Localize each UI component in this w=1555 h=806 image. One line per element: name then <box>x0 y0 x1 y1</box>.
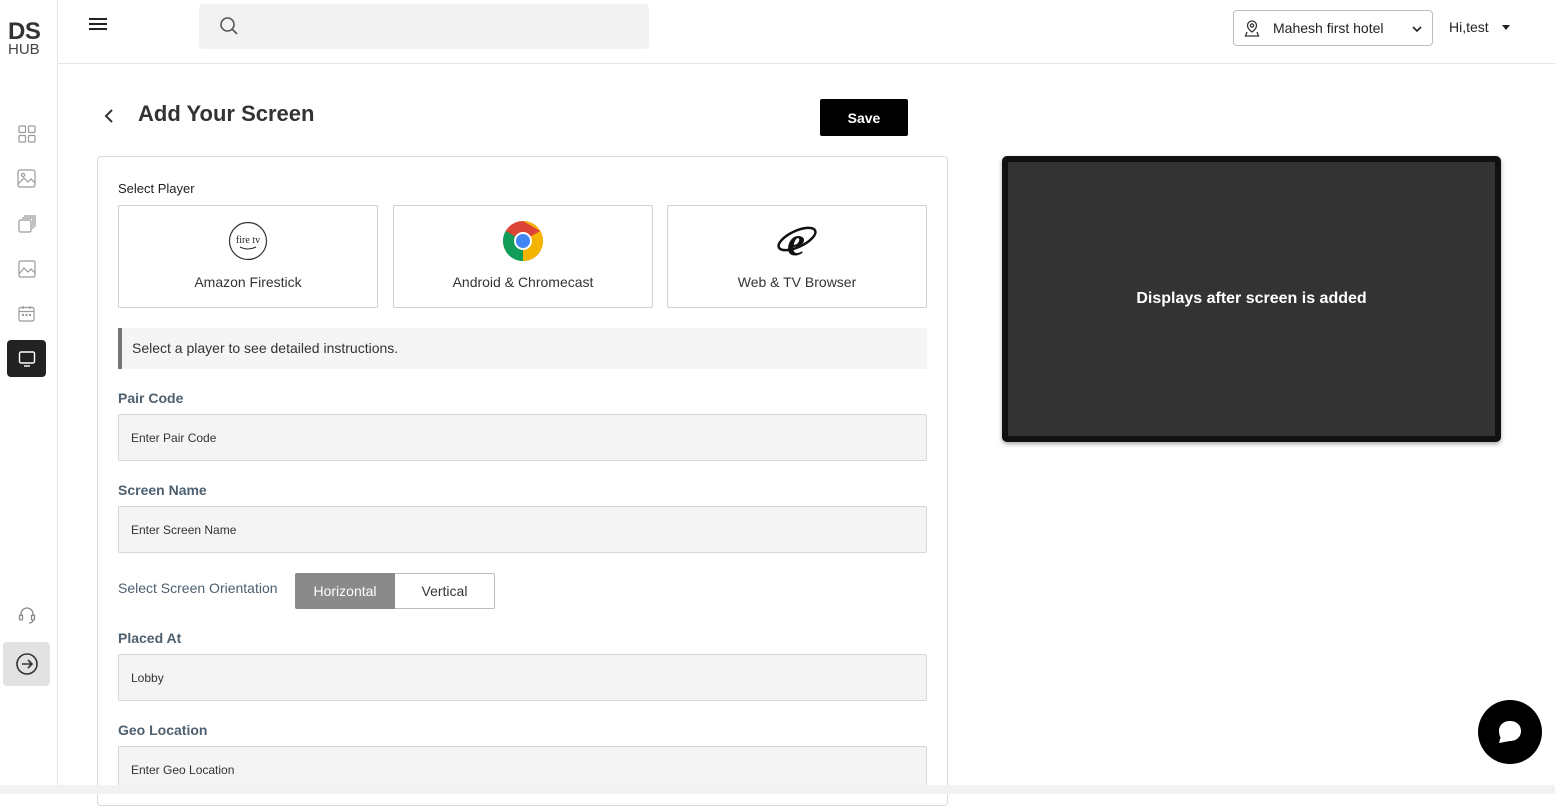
sidebar-item-screens[interactable] <box>7 340 46 377</box>
placed-at-value: Lobby <box>131 670 164 685</box>
back-arrow-icon[interactable] <box>101 107 117 130</box>
preview-message: Displays after screen is added <box>1136 290 1367 307</box>
screen-preview: Displays after screen is added <box>1002 156 1501 442</box>
player-option-android-chromecast[interactable]: Android & Chromecast <box>393 205 653 308</box>
horizontal-scrollbar[interactable] <box>0 785 1555 794</box>
screen-name-placeholder: Enter Screen Name <box>131 522 237 537</box>
internet-explorer-logo-icon: e <box>777 221 817 261</box>
chrome-logo-icon <box>503 221 543 261</box>
fire-tv-logo-text: fire tv <box>236 235 260 246</box>
chevron-down-icon <box>1411 22 1423 40</box>
top-header: Mahesh first hotel Hi,test <box>58 0 1555 64</box>
player-option-firestick[interactable]: fire tv Amazon Firestick <box>118 205 378 308</box>
player-option-web-tv-browser[interactable]: e Web & TV Browser <box>667 205 927 308</box>
screen-preview-inner: Displays after screen is added <box>1008 162 1495 436</box>
search-input[interactable] <box>199 4 649 49</box>
player-instructions-hint: Select a player to see detailed instruct… <box>118 328 927 369</box>
geo-location-label: Geo Location <box>118 722 208 738</box>
sidebar-item-playlists[interactable] <box>7 205 46 242</box>
player-name: Web & TV Browser <box>737 274 857 290</box>
hotel-select[interactable]: Mahesh first hotel <box>1233 10 1433 46</box>
sidebar-item-images[interactable] <box>7 250 46 287</box>
placed-at-label: Placed At <box>118 630 182 646</box>
orientation-horizontal-button[interactable]: Horizontal <box>295 573 395 609</box>
pair-code-label: Pair Code <box>118 390 184 406</box>
sidebar-item-dashboard[interactable] <box>7 115 46 152</box>
geo-location-placeholder: Enter Geo Location <box>131 762 235 777</box>
calendar-icon <box>18 306 35 322</box>
user-menu[interactable]: Hi,test <box>1449 19 1510 35</box>
save-button[interactable]: Save <box>820 99 908 136</box>
sidebar-item-schedule[interactable] <box>7 295 46 332</box>
sidebar-item-logout[interactable] <box>3 642 50 686</box>
logo-bottom: HUB <box>8 41 40 58</box>
sidebar: DS HUB <box>0 0 58 785</box>
user-greeting: Hi,test <box>1449 19 1489 35</box>
chat-button[interactable] <box>1478 700 1542 764</box>
add-screen-form: Select Player fire tv Amazon Firestick A… <box>97 156 948 806</box>
pair-code-input[interactable]: Enter Pair Code <box>118 414 927 461</box>
dashboard-grid-icon <box>17 124 36 143</box>
fire-tv-logo-icon: fire tv <box>228 221 268 261</box>
hotel-select-value: Mahesh first hotel <box>1273 20 1384 36</box>
orientation-toggle: Horizontal Vertical <box>295 573 495 609</box>
playlists-icon <box>17 214 36 233</box>
orientation-vertical-button[interactable]: Vertical <box>395 573 495 609</box>
screen-monitor-icon <box>18 350 35 367</box>
chat-bubble-icon <box>1499 721 1521 743</box>
player-name: Amazon Firestick <box>194 274 302 290</box>
search-icon <box>219 16 239 41</box>
screen-name-input[interactable]: Enter Screen Name <box>118 506 927 553</box>
logout-arrow-icon <box>15 653 38 675</box>
svg-text:e: e <box>787 221 805 261</box>
placed-at-input[interactable]: Lobby <box>118 654 927 701</box>
location-pin-icon <box>1244 20 1260 42</box>
sidebar-item-media[interactable] <box>7 160 46 197</box>
media-gallery-icon <box>17 169 36 188</box>
support-headset-icon <box>18 606 35 624</box>
player-name: Android & Chromecast <box>452 274 594 290</box>
logo[interactable]: DS HUB <box>8 20 48 58</box>
screen-name-label: Screen Name <box>118 482 207 498</box>
orientation-label: Select Screen Orientation <box>118 580 278 596</box>
sidebar-item-support[interactable] <box>7 596 46 633</box>
pair-code-placeholder: Enter Pair Code <box>131 430 217 445</box>
caret-down-icon <box>1501 24 1510 30</box>
hamburger-menu-icon[interactable] <box>88 16 108 37</box>
page-title: Add Your Screen <box>138 101 315 126</box>
select-player-label: Select Player <box>118 181 195 196</box>
image-icon <box>17 259 36 278</box>
